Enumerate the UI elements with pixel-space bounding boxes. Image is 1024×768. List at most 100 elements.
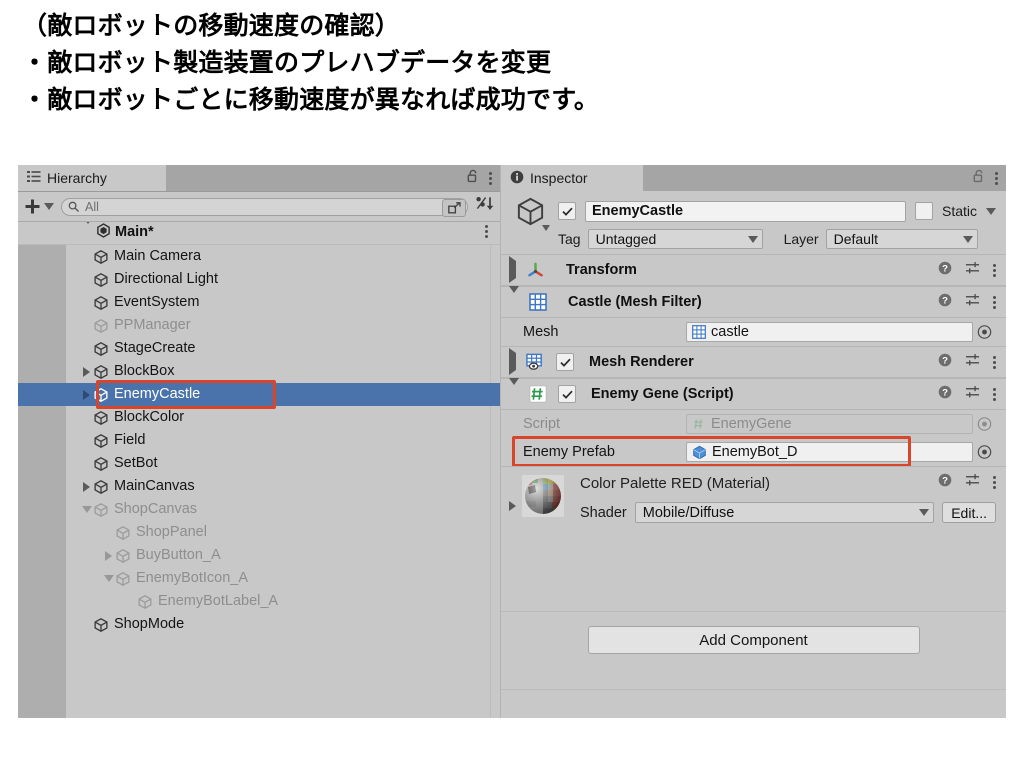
object-picker-icon [977, 445, 992, 459]
twisty-collapsed-icon[interactable] [509, 256, 516, 283]
add-component-button[interactable]: Add Component [587, 626, 920, 654]
tag-value: Untagged [595, 231, 657, 247]
hierarchy-item-label: PPManager [114, 316, 191, 333]
help-icon[interactable]: ? [938, 473, 952, 492]
help-icon[interactable]: ? [938, 261, 952, 280]
property-label: Script [523, 416, 561, 432]
hierarchy-item-field[interactable]: Field [18, 429, 500, 452]
component-header-castle-mesh-filter-[interactable]: Castle (Mesh Filter)? [501, 286, 1006, 318]
twisty-collapsed-icon[interactable] [102, 550, 115, 561]
alphabetical-sort-icon[interactable] [475, 195, 494, 218]
check-icon [561, 207, 573, 216]
kebab-menu-icon[interactable] [993, 387, 996, 401]
hierarchy-item-label: EnemyCastle [114, 385, 201, 402]
gameobject-enabled-checkbox[interactable] [558, 202, 576, 220]
preset-sliders-icon[interactable] [965, 473, 980, 492]
preset-sliders-icon[interactable] [965, 293, 980, 312]
help-icon[interactable]: ? [938, 293, 952, 312]
open-search-window-icon[interactable] [442, 198, 466, 217]
hierarchy-item-maincanvas[interactable]: MainCanvas [18, 475, 500, 498]
twisty-collapsed-icon[interactable] [80, 366, 93, 377]
gameobject-name-input[interactable]: EnemyCastle [585, 200, 906, 222]
static-label: Static [941, 203, 977, 219]
scene-row-main[interactable]: Main* [18, 222, 500, 245]
hierarchy-item-enemyboticon-a[interactable]: EnemyBotIcon_A [18, 567, 500, 590]
tab-hierarchy[interactable]: Hierarchy [18, 165, 166, 191]
hierarchy-item-shoppanel[interactable]: ShopPanel [18, 521, 500, 544]
kebab-menu-icon[interactable] [993, 263, 996, 277]
hierarchy-item-eventsystem[interactable]: EventSystem [18, 291, 500, 314]
kebab-menu-icon[interactable] [995, 171, 998, 185]
static-checkbox[interactable] [914, 202, 933, 220]
lock-open-icon[interactable] [973, 169, 985, 188]
preset-sliders-icon[interactable] [965, 385, 980, 404]
twisty-collapsed-icon[interactable] [80, 481, 93, 492]
twisty-expanded-icon[interactable] [509, 378, 519, 403]
scene-kebab-menu-icon[interactable] [485, 225, 488, 238]
create-gameobject-button[interactable] [24, 198, 54, 215]
kebab-menu-icon[interactable] [993, 295, 996, 309]
svg-text:?: ? [942, 355, 948, 366]
layer-value: Default [833, 231, 878, 247]
hierarchy-tabbar-right [467, 165, 496, 191]
search-input[interactable]: All [61, 197, 468, 217]
object-field-enemy-prefab[interactable]: EnemyBot_D [686, 442, 973, 462]
help-icon[interactable]: ? [938, 385, 952, 404]
preset-sliders-icon[interactable] [965, 353, 980, 372]
hierarchy-item-stagecreate[interactable]: StageCreate [18, 337, 500, 360]
tag-dropdown[interactable]: Untagged [587, 229, 763, 249]
scene-twisty-icon[interactable] [83, 222, 93, 242]
hierarchy-item-main-camera[interactable]: Main Camera [18, 245, 500, 268]
gameobject-cube-icon [93, 410, 109, 426]
material-header-icons: ? [938, 473, 996, 492]
hierarchy-item-shopmode[interactable]: ShopMode [18, 613, 500, 636]
hierarchy-tree[interactable]: Main* Main Camera Directional Light EventS… [18, 222, 500, 718]
twisty-expanded-icon[interactable] [80, 506, 93, 513]
preset-sliders-icon[interactable] [965, 261, 980, 280]
hierarchy-icon [27, 170, 41, 186]
hierarchy-item-blockcolor[interactable]: BlockColor [18, 406, 500, 429]
gameobject-cube-icon [115, 571, 131, 587]
lock-open-icon[interactable] [467, 169, 479, 188]
object-field-value: EnemyGene [711, 416, 792, 432]
component-title: Transform [566, 262, 637, 278]
tab-inspector[interactable]: Inspector [501, 165, 643, 191]
gameobject-cube-icon[interactable] [511, 194, 550, 231]
help-icon[interactable]: ? [938, 353, 952, 372]
object-picker-button[interactable] [977, 325, 992, 340]
material-inspector-block: Color Palette RED (Material) Shader Mobi… [501, 466, 1006, 527]
component-header-enemy-gene-script-[interactable]: Enemy Gene (Script)? [501, 378, 1006, 410]
component-enabled-checkbox[interactable] [556, 353, 574, 371]
static-dropdown-chevron-icon[interactable] [986, 207, 996, 215]
object-field-mesh[interactable]: castle [686, 322, 973, 342]
layer-dropdown[interactable]: Default [825, 229, 978, 249]
gameobject-cube-icon [93, 341, 109, 357]
hierarchy-item-setbot[interactable]: SetBot [18, 452, 500, 475]
shader-dropdown[interactable]: Mobile/Diffuse [634, 502, 935, 523]
edit-shader-button[interactable]: Edit... [942, 502, 996, 523]
kebab-menu-icon[interactable] [993, 355, 996, 369]
hierarchy-item-directional-light[interactable]: Directional Light [18, 268, 500, 291]
hierarchy-item-ppmanager[interactable]: PPManager [18, 314, 500, 337]
hierarchy-item-label: BuyButton_A [136, 546, 221, 563]
twisty-collapsed-icon[interactable] [80, 389, 93, 400]
kebab-menu-icon[interactable] [993, 476, 996, 489]
component-header-mesh-renderer[interactable]: Mesh Renderer? [501, 346, 1006, 378]
component-enabled-checkbox[interactable] [558, 385, 576, 403]
object-picker-button[interactable] [977, 445, 992, 460]
hierarchy-item-blockbox[interactable]: BlockBox [18, 360, 500, 383]
material-foldout-icon[interactable] [509, 501, 516, 511]
hierarchy-item-enemybotlabel-a[interactable]: EnemyBotLabel_A [18, 590, 500, 613]
component-header-transform[interactable]: Transform? [501, 254, 1006, 286]
gameobject-cube-icon [137, 594, 153, 610]
kebab-menu-icon[interactable] [489, 171, 492, 185]
twisty-collapsed-icon[interactable] [509, 348, 516, 375]
hierarchy-item-shopcanvas[interactable]: ShopCanvas [18, 498, 500, 521]
object-picker-button[interactable] [977, 417, 992, 432]
hierarchy-item-buybutton-a[interactable]: BuyButton_A [18, 544, 500, 567]
hierarchy-item-enemycastle[interactable]: EnemyCastle [18, 383, 500, 406]
object-field-script[interactable]: EnemyGene [686, 414, 973, 434]
hierarchy-item-label: StageCreate [114, 339, 196, 356]
twisty-expanded-icon[interactable] [509, 286, 519, 311]
twisty-expanded-icon[interactable] [102, 575, 115, 582]
